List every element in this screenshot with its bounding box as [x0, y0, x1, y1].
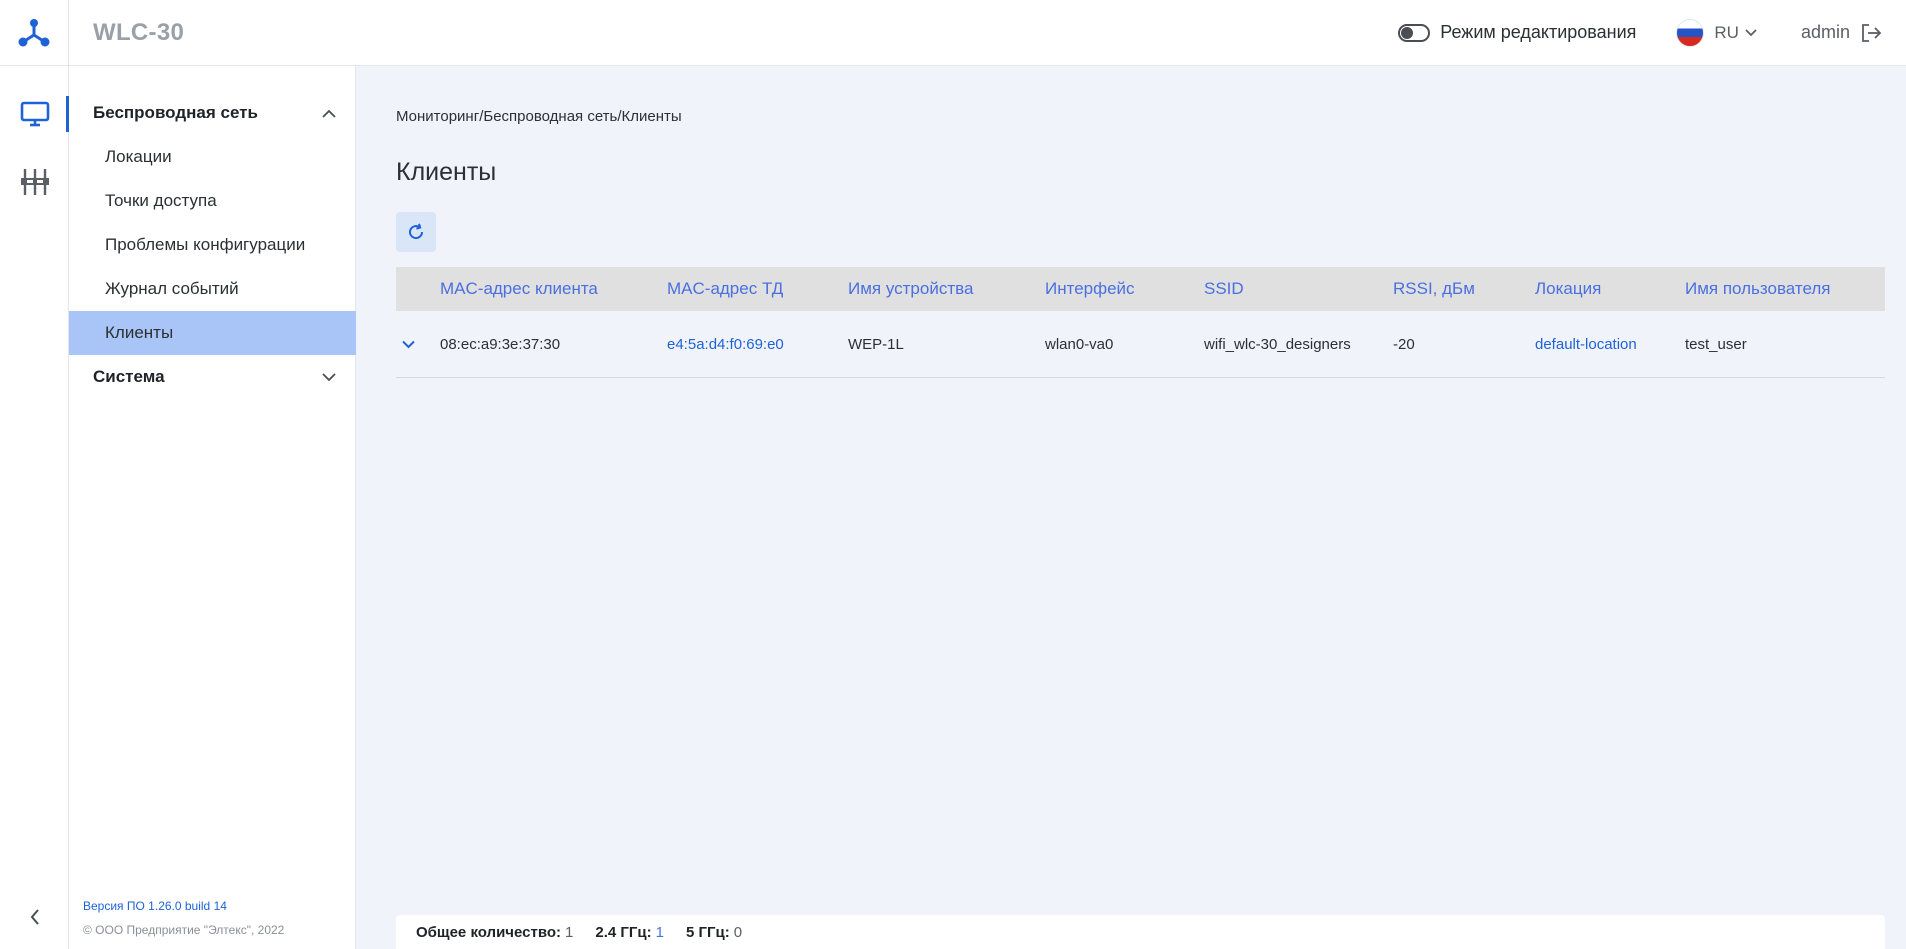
sidebar-item-access-points[interactable]: Точки доступа [69, 179, 356, 223]
sidebar-item-clients[interactable]: Клиенты [69, 311, 356, 355]
sliders-icon [20, 169, 49, 195]
chevron-up-icon [322, 109, 336, 118]
monitor-icon [20, 101, 49, 127]
language-selector[interactable]: RU [1676, 18, 1757, 47]
firmware-version[interactable]: Версия ПО 1.26.0 build 14 [83, 899, 227, 913]
table-row: 08:ec:a9:3e:37:30 e4:5a:d4:f0:69:e0 WEP-… [396, 311, 1885, 378]
column-header-ap-mac[interactable]: MAC-адрес ТД [667, 267, 783, 311]
edit-mode-toggle[interactable] [1398, 23, 1431, 42]
column-header-location[interactable]: Локация [1535, 267, 1601, 311]
cell-ssid: wifi_wlc-30_designers [1204, 335, 1351, 353]
clients-table: MAC-адрес клиента MAC-адрес ТД Имя устро… [396, 267, 1885, 378]
copyright: © ООО Предприятие "Элтекс", 2022 [83, 923, 285, 937]
sidebar-item-locations[interactable]: Локации [69, 135, 356, 179]
language-label: RU [1714, 22, 1739, 42]
sidebar-item-label: Клиенты [105, 323, 174, 342]
logo[interactable] [0, 0, 69, 66]
column-header-interface[interactable]: Интерфейс [1045, 267, 1135, 311]
logout-icon[interactable] [1860, 23, 1882, 43]
sidebar-item-label: Журнал событий [105, 279, 239, 298]
cell-username: test_user [1685, 335, 1747, 353]
column-header-ssid[interactable]: SSID [1204, 267, 1244, 311]
russia-flag-icon [1676, 18, 1705, 47]
chevron-down-icon [322, 372, 336, 381]
main-content: Мониторинг/Беспроводная сеть/Клиенты Кли… [356, 66, 1906, 949]
top-header: WLC-30 Режим редактирования RU admin [0, 0, 1906, 66]
sidebar-item-event-log[interactable]: Журнал событий [69, 267, 356, 311]
sidebar-group-wireless[interactable]: Беспроводная сеть [69, 91, 356, 135]
total-count-label: Общее количество: [416, 923, 562, 941]
sidebar: Беспроводная сеть Локации Точки доступа … [69, 66, 356, 949]
chevron-down-icon [1745, 28, 1757, 36]
app-title: WLC-30 [93, 18, 185, 46]
refresh-button[interactable] [396, 212, 436, 252]
column-header-rssi[interactable]: RSSI, дБм [1393, 267, 1475, 311]
cell-location-link[interactable]: default-location [1535, 311, 1637, 377]
cell-ap-mac-link[interactable]: e4:5a:d4:f0:69:e0 [667, 311, 784, 377]
icon-rail [0, 66, 69, 949]
chevron-down-icon [402, 340, 415, 348]
chevron-left-icon [30, 909, 39, 925]
sidebar-group-label: Система [93, 367, 165, 386]
count-24ghz-label: 2.4 ГГц: [595, 923, 652, 941]
sidebar-item-config-problems[interactable]: Проблемы конфигурации [69, 223, 356, 267]
collapse-sidebar-button[interactable] [0, 901, 69, 933]
sidebar-group-system[interactable]: Система [69, 355, 356, 399]
count-24ghz-value: 1 [655, 923, 664, 941]
table-header: MAC-адрес клиента MAC-адрес ТД Имя устро… [396, 267, 1885, 311]
cell-interface: wlan0-va0 [1045, 335, 1114, 353]
count-5ghz-value: 0 [733, 923, 743, 941]
expand-row-button[interactable] [402, 311, 415, 377]
total-count-value: 1 [565, 923, 574, 941]
sidebar-item-label: Локации [105, 147, 172, 166]
sidebar-item-label: Проблемы конфигурации [105, 235, 306, 254]
column-header-device-name[interactable]: Имя устройства [848, 267, 973, 311]
sidebar-group-label: Беспроводная сеть [93, 103, 258, 122]
rail-configuration[interactable] [0, 160, 69, 204]
breadcrumb: Мониторинг/Беспроводная сеть/Клиенты [396, 108, 682, 125]
column-header-username[interactable]: Имя пользователя [1685, 267, 1831, 311]
refresh-icon [409, 223, 424, 240]
page-title: Клиенты [396, 158, 497, 186]
rail-monitoring[interactable] [0, 92, 69, 136]
column-header-client-mac[interactable]: MAC-адрес клиента [440, 267, 598, 311]
cell-rssi: -20 [1393, 335, 1415, 353]
clients-summary-bar: Общее количество: 1 2.4 ГГц: 1 5 ГГц: 0 [396, 915, 1885, 949]
sidebar-item-label: Точки доступа [105, 191, 217, 210]
eltex-logo-icon [18, 18, 50, 46]
username-label: admin [1800, 22, 1850, 42]
edit-mode-label: Режим редактирования [1440, 22, 1637, 42]
count-5ghz-label: 5 ГГц: [685, 923, 730, 941]
cell-client-mac: 08:ec:a9:3e:37:30 [440, 335, 561, 353]
cell-device-name: WEP-1L [848, 335, 904, 353]
